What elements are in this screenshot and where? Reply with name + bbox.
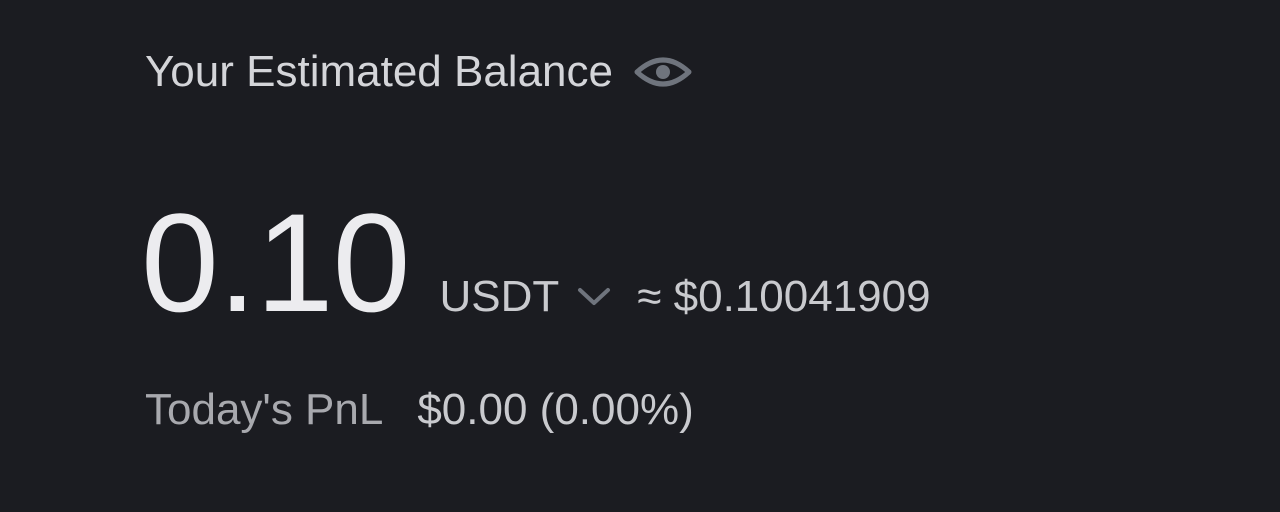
eye-icon xyxy=(634,57,692,87)
balance-header: Your Estimated Balance xyxy=(145,46,693,98)
chevron-down-icon xyxy=(575,284,613,310)
balance-amount: 0.10 xyxy=(141,184,410,341)
balance-card: Your Estimated Balance 0.10 USDT ≈ $0.10… xyxy=(0,0,1280,512)
unit-selector[interactable]: USDT xyxy=(439,272,613,322)
pnl-value[interactable]: $0.00 (0.00%) xyxy=(417,385,693,435)
unit-label: USDT xyxy=(439,272,560,321)
balance-title: Your Estimated Balance xyxy=(145,47,613,96)
pnl-row: Today's PnL $0.00 (0.00%) xyxy=(145,384,694,436)
balance-amount-row: 0.10 USDT ≈ $0.10041909 xyxy=(141,188,931,338)
toggle-visibility-button[interactable] xyxy=(633,50,693,94)
approx-usd-value: ≈ $0.10041909 xyxy=(637,272,931,321)
pnl-label: Today's PnL xyxy=(145,385,384,434)
